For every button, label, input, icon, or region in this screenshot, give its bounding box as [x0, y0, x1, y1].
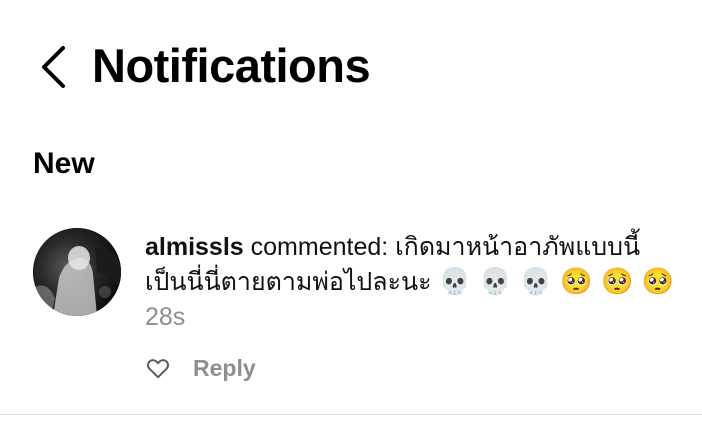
heart-outline-icon [147, 359, 169, 379]
emoji-sequence: 💀 💀 💀 🥺 🥺 🥺 [438, 267, 675, 297]
avatar-image [33, 228, 121, 316]
page-title: Notifications [92, 39, 371, 92]
chevron-left-icon [42, 46, 65, 88]
back-button[interactable] [30, 42, 80, 92]
notification-text: almissls commented: เกิดมาหน้าอาภัพแบบนี… [145, 230, 685, 335]
like-button[interactable] [145, 355, 171, 381]
username[interactable]: almissls [145, 233, 244, 261]
timestamp: 28s [145, 303, 186, 331]
divider [0, 414, 702, 415]
reply-button[interactable]: Reply [193, 355, 256, 382]
header: Notifications [0, 26, 702, 106]
avatar[interactable] [33, 228, 121, 316]
notification-item[interactable]: almissls commented: เกิดมาหน้าอาภัพแบบนี… [0, 222, 702, 392]
notification-actions: Reply [145, 350, 256, 386]
section-title-new: New [33, 147, 95, 180]
